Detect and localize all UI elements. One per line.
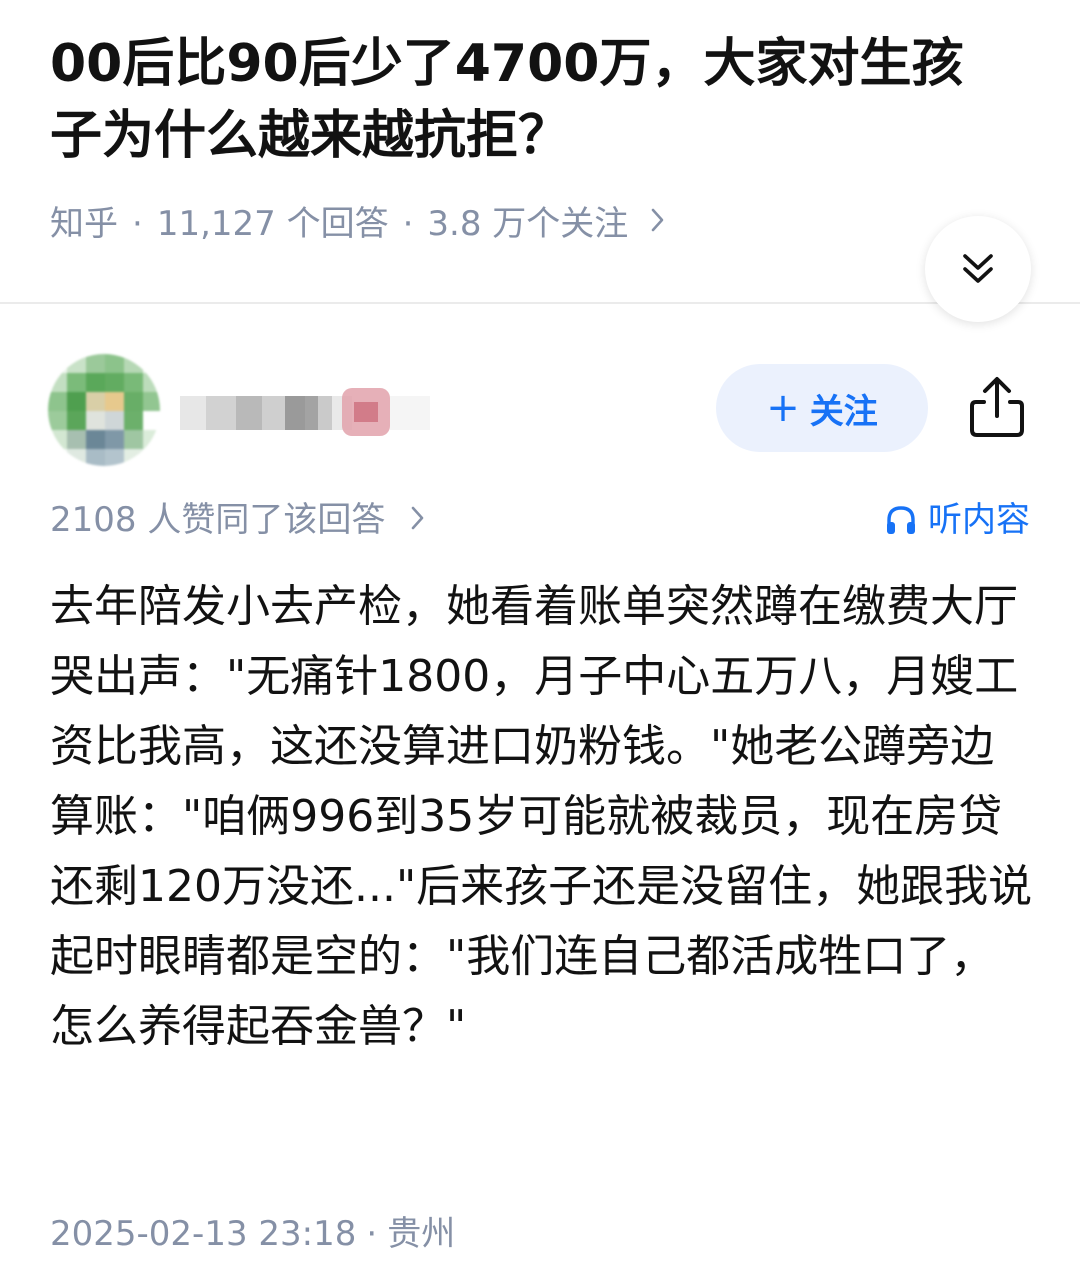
vote-count[interactable]: 2108 人赞同了该回答: [50, 496, 426, 546]
listen-button[interactable]: 听内容: [884, 496, 1030, 544]
followers-count: 3.8 万个关注: [427, 204, 629, 244]
answer-date: 2025-02-13 23:18: [50, 1214, 357, 1254]
listen-label: 听内容: [928, 500, 1030, 540]
follow-button[interactable]: + 关注: [716, 364, 928, 452]
share-icon: [970, 377, 1024, 437]
footer-separator: ·: [366, 1214, 378, 1254]
headphones-icon: [887, 506, 915, 534]
avatar[interactable]: [48, 354, 160, 466]
answer-content[interactable]: 去年陪发小去产检，她看着账单突然蹲在缴费大厅哭出声："无痛针1800，月子中心五…: [50, 572, 1035, 1062]
question-meta[interactable]: 知乎 · 11,127 个回答 · 3.8 万个关注: [50, 200, 666, 248]
expand-button[interactable]: [925, 216, 1031, 322]
double-chevron-down-icon: [963, 254, 993, 283]
author-name[interactable]: [180, 372, 520, 452]
chevron-right-icon: [650, 200, 666, 248]
answer-footer: 2025-02-13 23:18 · 贵州: [50, 1210, 455, 1258]
vote-count-text: 2108 人赞同了该回答: [50, 500, 386, 540]
source-label: 知乎: [50, 204, 118, 244]
answers-count: 11,127 个回答: [156, 204, 389, 244]
share-button[interactable]: [966, 374, 1028, 440]
question-title[interactable]: 00后比90后少了4700万，大家对生孩子为什么越来越抗拒？: [50, 28, 1010, 172]
chevron-right-icon: [410, 504, 426, 539]
answer-location: 贵州: [387, 1214, 456, 1254]
meta-separator: ·: [132, 204, 143, 244]
meta-separator: ·: [402, 204, 414, 244]
question-header: 00后比90后少了4700万，大家对生孩子为什么越来越抗拒？ 知乎 · 11,1…: [0, 0, 1080, 302]
follow-label: 关注: [809, 391, 878, 432]
plus-icon: +: [766, 385, 800, 431]
header-divider: [0, 302, 1080, 304]
